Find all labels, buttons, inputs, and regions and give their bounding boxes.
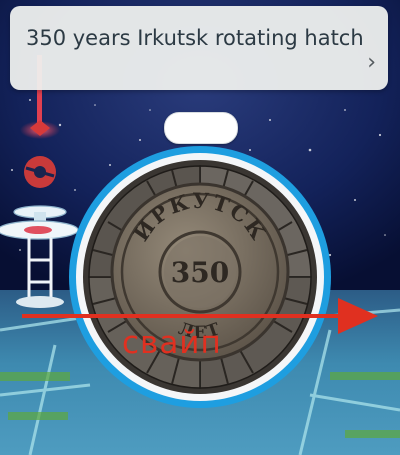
pokestop-name-card[interactable]: 350 years Irkutsk rotating hatch ›: [10, 6, 388, 90]
pokestop-title: 350 years Irkutsk rotating hatch: [26, 26, 364, 50]
disc-handle[interactable]: [164, 112, 238, 144]
hatch-number: 350: [171, 256, 229, 289]
swipe-label: свайп: [122, 325, 222, 361]
chevron-right-icon[interactable]: ›: [367, 50, 376, 75]
